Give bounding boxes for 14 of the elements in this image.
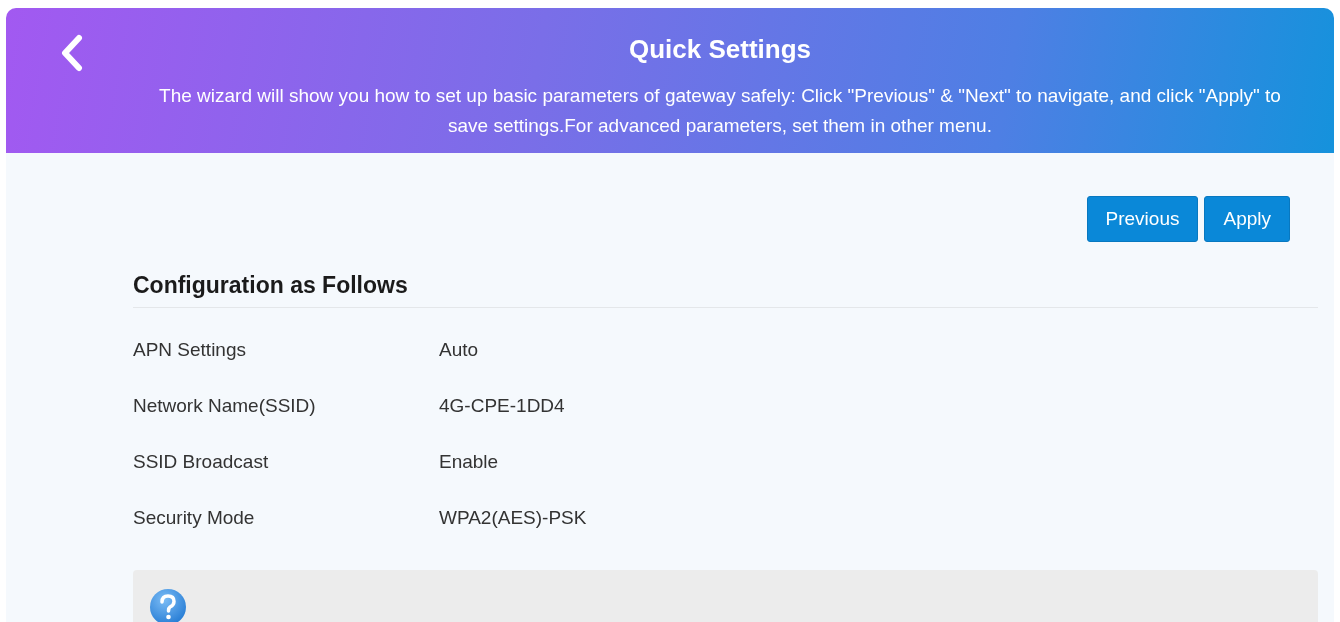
- help-icon: [149, 588, 187, 622]
- previous-button[interactable]: Previous: [1086, 196, 1199, 242]
- setting-value: Enable: [439, 451, 500, 473]
- setting-value: WPA2(AES)-PSK: [439, 507, 588, 529]
- section-title: Configuration as Follows: [133, 272, 1318, 308]
- setting-value: Auto: [439, 339, 480, 361]
- setting-label: Security Mode: [133, 507, 256, 529]
- apply-button[interactable]: Apply: [1204, 196, 1290, 242]
- wizard-description: The wizard will show you how to set up basic parameters of gateway safely: Click "Previous" & "Next" to navigate, and click "Apply" to save settings.For advanced parameters, set them in other menu.: [158, 84, 1282, 138]
- setting-label: SSID Broadcast: [133, 451, 270, 473]
- page-title: Quick Settings: [628, 34, 811, 65]
- setting-label: Network Name(SSID): [133, 395, 317, 417]
- setting-label: APN Settings: [133, 339, 247, 361]
- setting-value: 4G-CPE-1DD4: [439, 395, 566, 417]
